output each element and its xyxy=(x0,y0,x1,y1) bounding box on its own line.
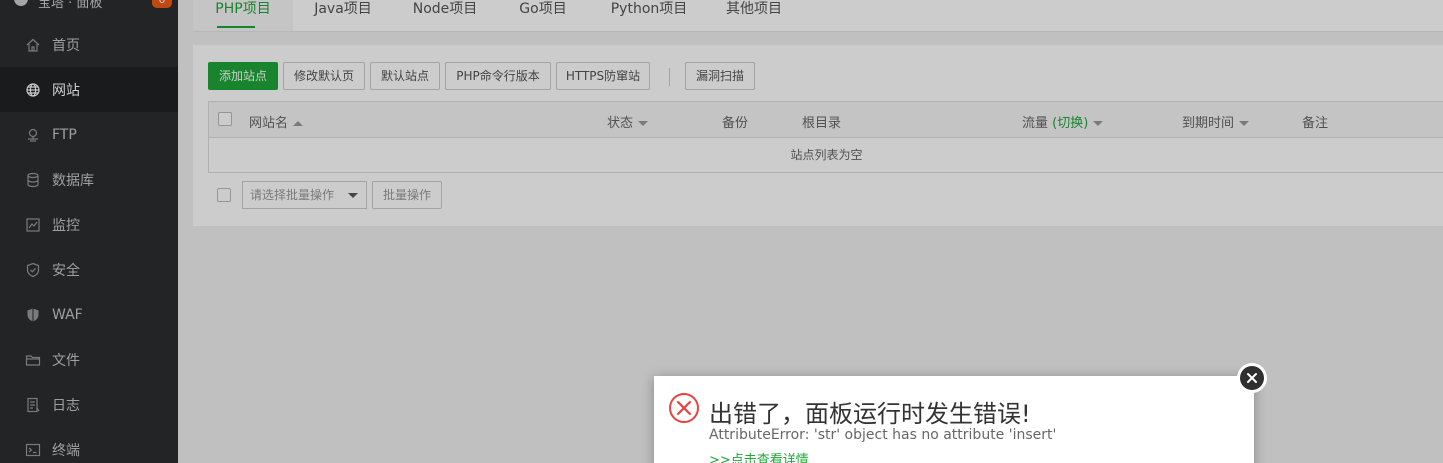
error-icon xyxy=(669,393,699,423)
dialog-close-button[interactable] xyxy=(1237,363,1267,393)
close-icon xyxy=(1240,366,1264,390)
error-dialog: 出错了，面板运行时发生错误! AttributeError: 'str' obj… xyxy=(654,376,1254,463)
view-details-link[interactable]: >>点击查看详情 xyxy=(709,449,809,463)
error-title: 出错了，面板运行时发生错误! xyxy=(709,400,1031,428)
error-message: AttributeError: 'str' object has no attr… xyxy=(709,427,1057,443)
